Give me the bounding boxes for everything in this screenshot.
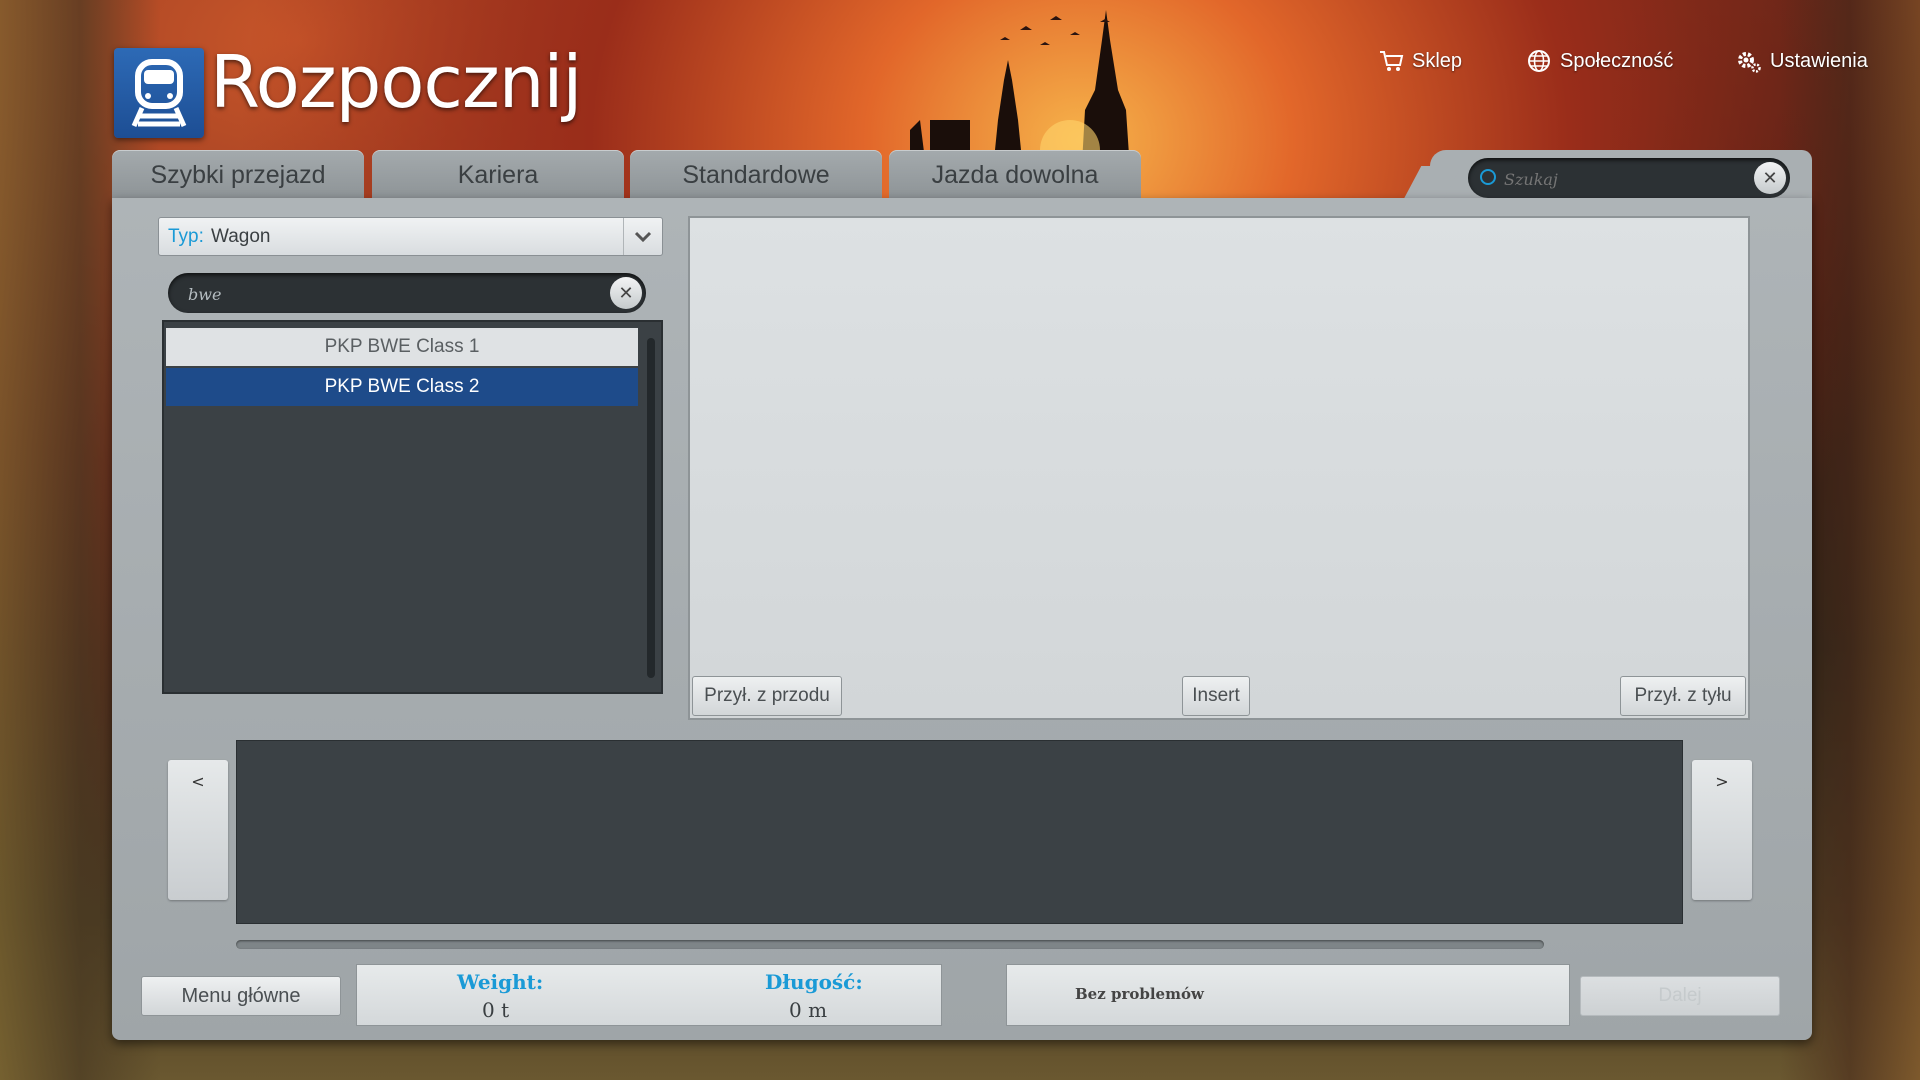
list-filter: ✕ — [168, 273, 646, 313]
list-item-selected[interactable]: PKP BWE Class 2 — [166, 368, 638, 406]
type-value: Wagon — [211, 226, 271, 247]
settings-label: Ustawienia — [1770, 49, 1868, 72]
list-filter-clear-button[interactable]: ✕ — [610, 277, 642, 309]
page-title: Rozpocznij — [210, 40, 582, 124]
tab-standard[interactable]: Standardowe — [630, 150, 882, 200]
tab-quick-drive[interactable]: Szybki przejazd — [112, 150, 364, 200]
next-button[interactable]: Dalej — [1580, 976, 1780, 1016]
close-icon: ✕ — [1762, 167, 1778, 189]
tab-free-roam[interactable]: Jazda dowolna — [889, 150, 1141, 200]
main-menu-button[interactable]: Menu główne — [141, 976, 341, 1016]
gear-icon — [1738, 52, 1761, 73]
insert-button[interactable]: Insert — [1182, 676, 1250, 716]
stats-box: Weight: 0 t Długość: 0 m — [356, 964, 942, 1026]
train-icon — [131, 59, 187, 128]
community-label: Społeczność — [1560, 49, 1674, 72]
type-select[interactable]: Typ: Wagon — [158, 217, 663, 256]
strip-next-button[interactable]: > — [1692, 760, 1752, 900]
list-item[interactable]: PKP BWE Class 1 — [166, 328, 638, 366]
global-search: ✕ — [1468, 158, 1790, 198]
shop-link[interactable]: Sklep — [1378, 48, 1462, 74]
community-link[interactable]: Społeczność — [1526, 48, 1673, 74]
chevron-down-icon — [623, 218, 662, 255]
search-input[interactable] — [1502, 164, 1746, 194]
consist-preview — [688, 216, 1750, 720]
length-value: 0 m — [789, 998, 828, 1022]
app-logo — [114, 48, 204, 138]
globe-icon — [1528, 50, 1550, 72]
shop-label: Sklep — [1412, 49, 1463, 72]
length-label: Długość: — [765, 970, 863, 994]
cart-icon — [1380, 51, 1404, 71]
search-clear-button[interactable]: ✕ — [1754, 162, 1786, 194]
close-icon: ✕ — [618, 282, 634, 304]
couple-front-button[interactable]: Przył. z przodu — [692, 676, 842, 716]
wagon-list: PKP BWE Class 1 PKP BWE Class 2 — [162, 320, 663, 694]
weight-value: 0 t — [482, 998, 510, 1022]
consist-strip — [236, 740, 1683, 924]
settings-link[interactable]: Ustawienia — [1736, 48, 1868, 74]
weight-label: Weight: — [457, 970, 544, 994]
strip-scrollbar[interactable] — [236, 940, 1544, 949]
status-box: Bez problemów — [1006, 964, 1570, 1026]
couple-back-button[interactable]: Przył. z tyłu — [1620, 676, 1746, 716]
list-scrollbar[interactable] — [647, 338, 655, 678]
list-filter-input[interactable] — [186, 279, 570, 309]
tab-career[interactable]: Kariera — [372, 150, 624, 200]
type-label: Typ: — [168, 226, 204, 247]
strip-prev-button[interactable]: < — [168, 760, 228, 900]
status-text: Bez problemów — [1075, 985, 1204, 1003]
search-icon — [1480, 169, 1496, 185]
